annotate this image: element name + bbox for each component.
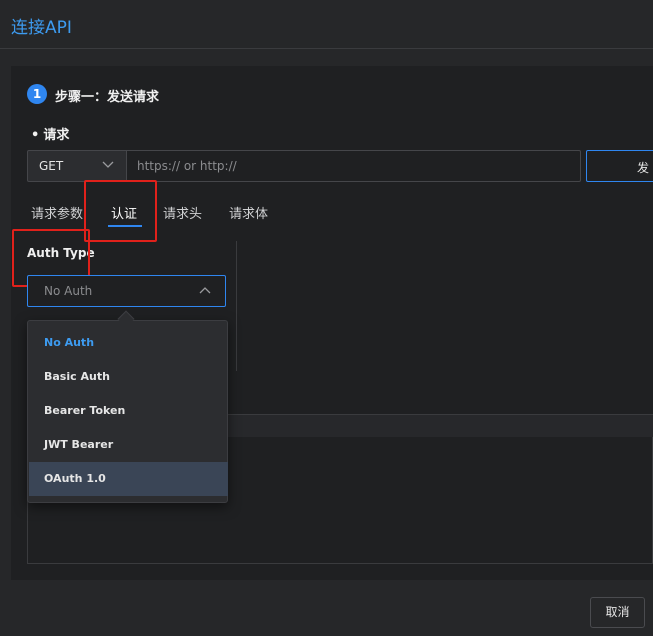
request-section-label: • 请求 bbox=[31, 124, 69, 143]
highlight-box-auth-tab bbox=[84, 180, 157, 242]
auth-option-basic-auth[interactable]: Basic Auth bbox=[29, 360, 228, 394]
step-title: 步骤一：发送请求 bbox=[55, 90, 160, 105]
tab-body[interactable]: 请求体 bbox=[229, 203, 268, 222]
auth-option-no-auth[interactable]: No Auth bbox=[29, 326, 228, 360]
vertical-divider bbox=[236, 241, 237, 371]
url-input-placeholder: https:// or http:// bbox=[137, 159, 237, 173]
url-input[interactable]: https:// or http:// bbox=[127, 150, 581, 182]
chevron-up-icon bbox=[199, 287, 211, 294]
step-number-badge: 1 bbox=[27, 84, 47, 104]
title-divider bbox=[0, 48, 653, 49]
auth-option-jwt-bearer[interactable]: JWT Bearer bbox=[29, 428, 228, 462]
bullet-icon: • bbox=[31, 128, 40, 143]
tab-params[interactable]: 请求参数 bbox=[31, 203, 83, 222]
auth-type-value: No Auth bbox=[44, 284, 93, 298]
http-method-value: GET bbox=[39, 159, 64, 173]
auth-type-dropdown: No Auth Basic Auth Bearer Token JWT Bear… bbox=[27, 320, 228, 503]
request-section-text: 请求 bbox=[43, 128, 70, 143]
auth-type-select[interactable]: No Auth bbox=[27, 275, 226, 307]
tab-headers[interactable]: 请求头 bbox=[163, 203, 202, 222]
page-title: 连接API bbox=[11, 18, 72, 38]
http-method-select[interactable]: GET bbox=[27, 150, 127, 182]
auth-option-oauth-1[interactable]: OAuth 1.0 bbox=[29, 462, 228, 496]
auth-option-bearer-token[interactable]: Bearer Token bbox=[29, 394, 228, 428]
cancel-button[interactable]: 取消 bbox=[590, 597, 645, 628]
chevron-down-icon bbox=[102, 161, 114, 168]
send-button[interactable]: 发 bbox=[586, 150, 653, 182]
